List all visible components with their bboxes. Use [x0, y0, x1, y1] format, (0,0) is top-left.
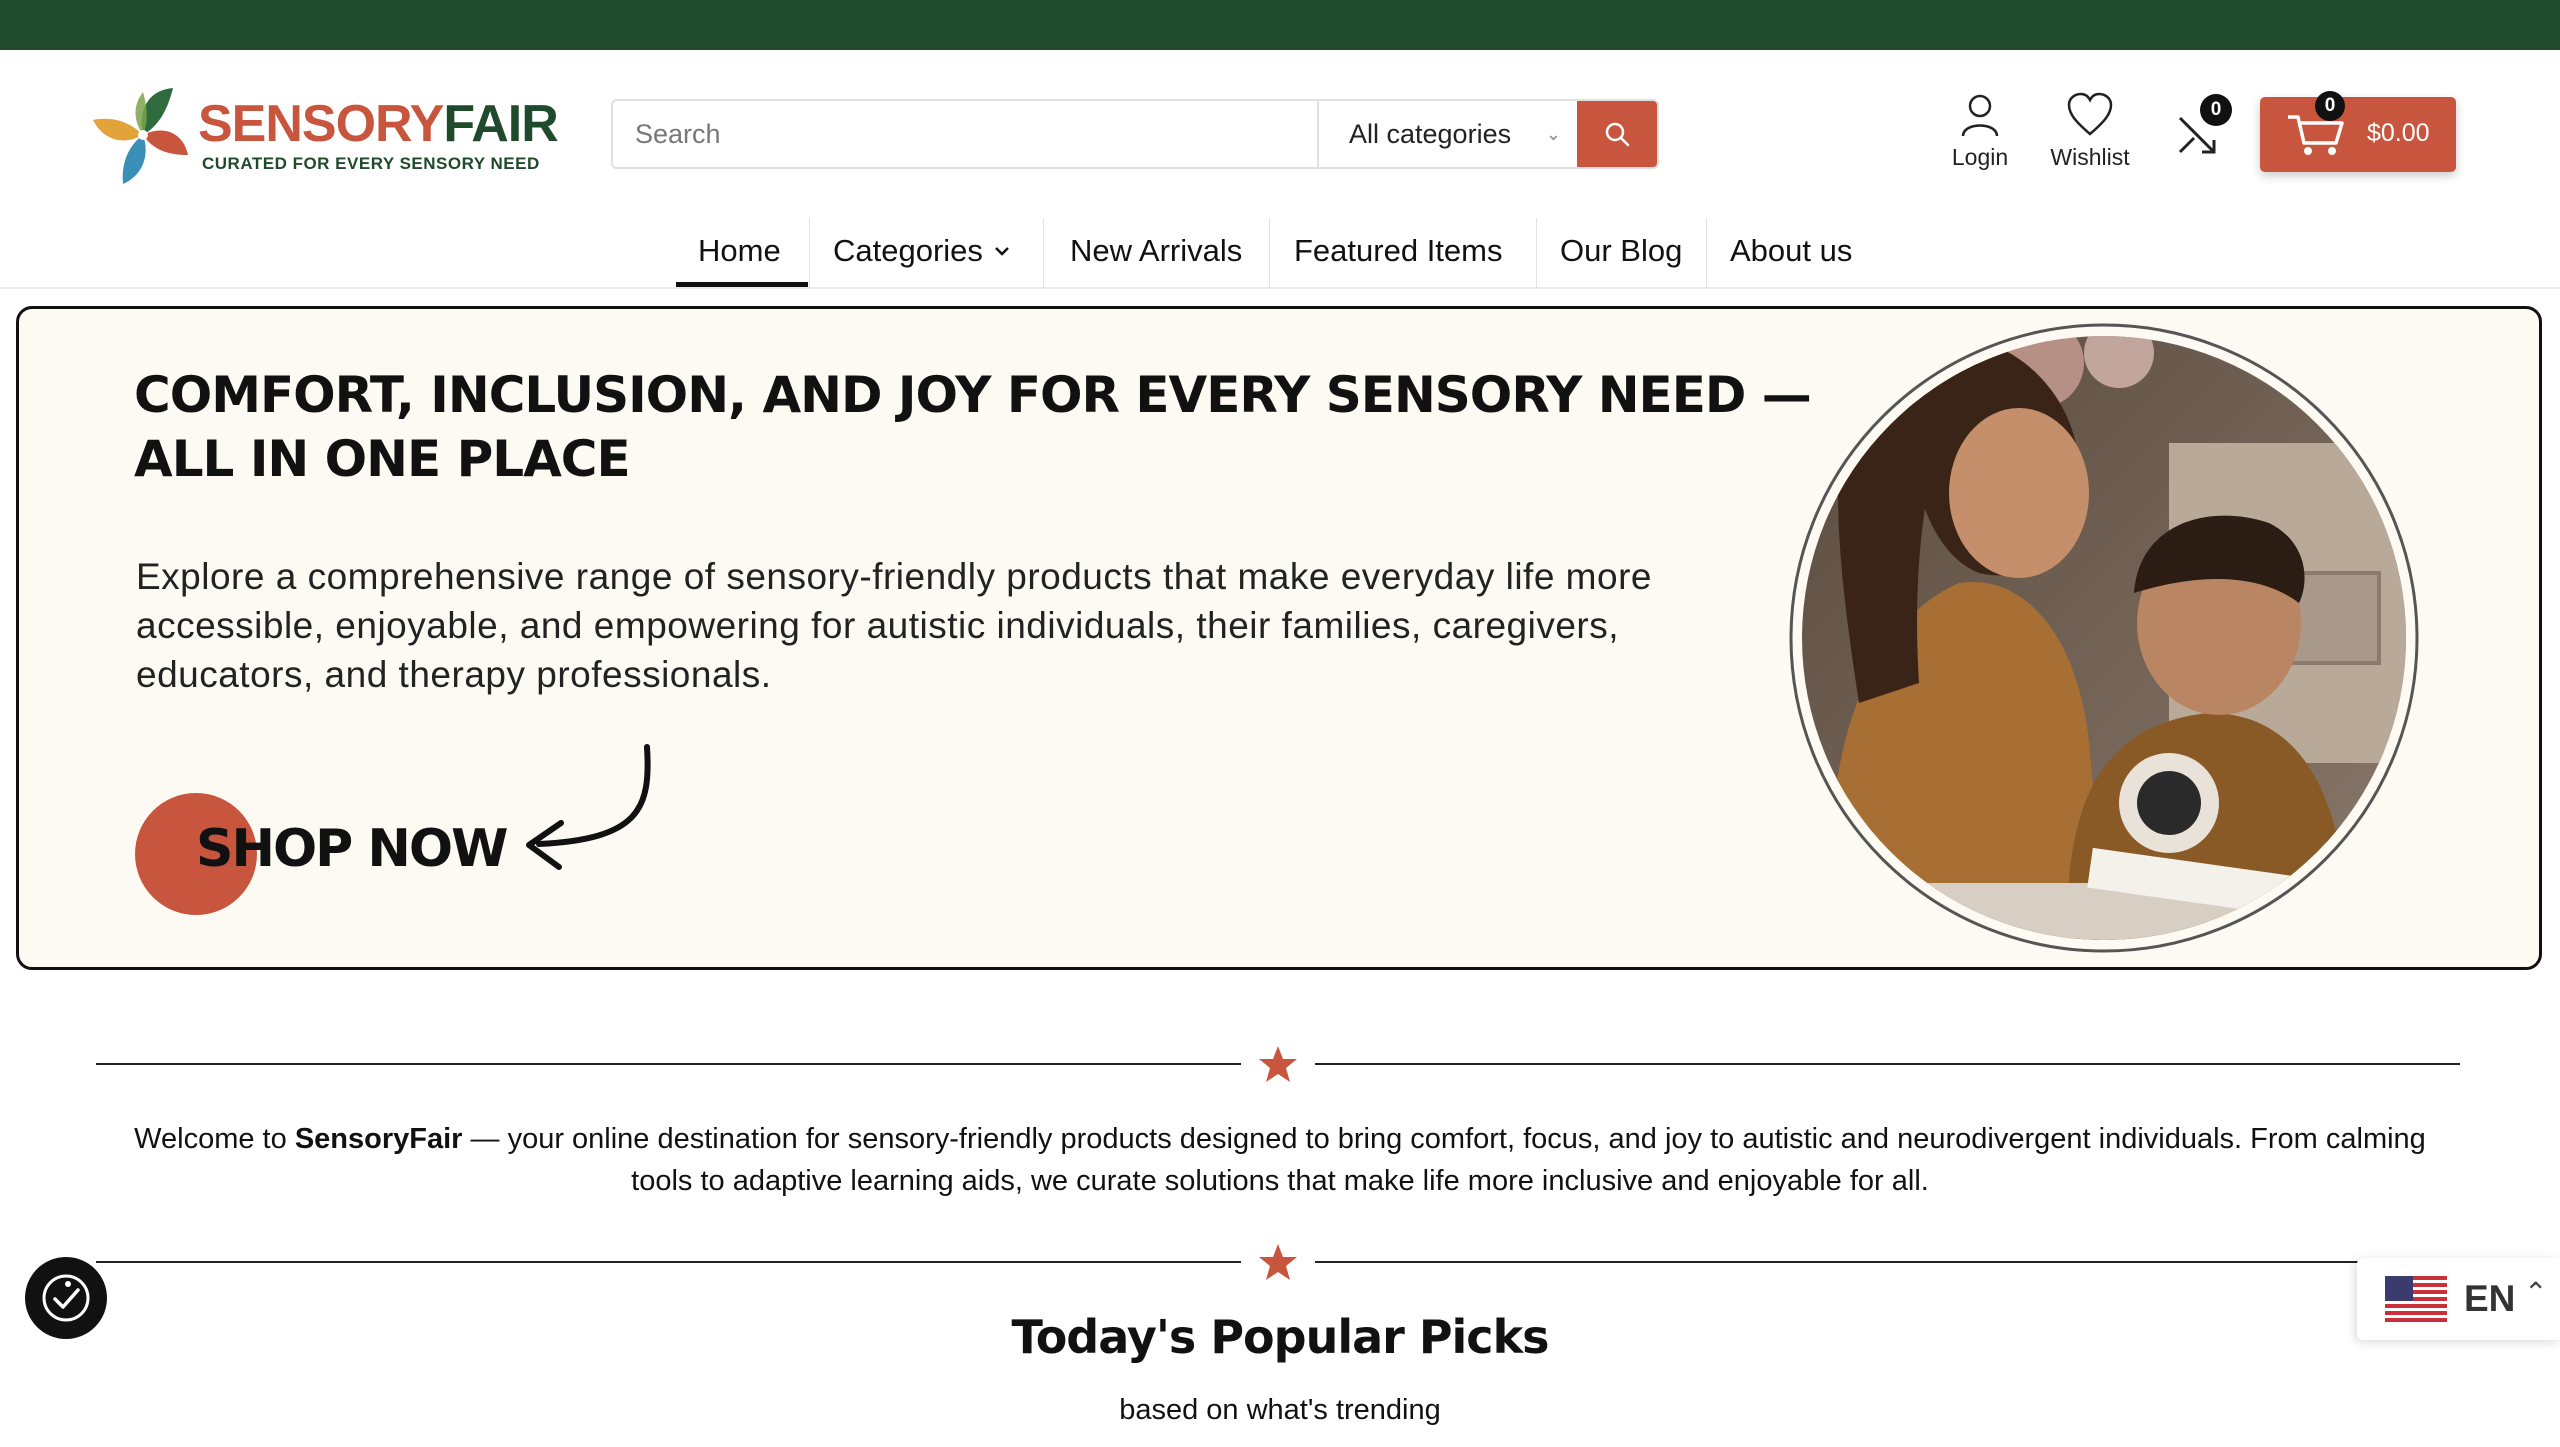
popular-picks-subtitle: based on what's trending [1119, 1394, 1441, 1426]
cart-total: $0.00 [2367, 119, 2430, 147]
section-divider [96, 1044, 2460, 1084]
login-link[interactable]: Login [1940, 92, 2020, 171]
top-bar [0, 0, 2560, 50]
language-code: EN [2464, 1278, 2516, 1319]
search-button[interactable] [1577, 101, 1657, 167]
search-icon [1605, 122, 1630, 147]
main-nav: Home Categories New Arrivals Featured It… [0, 212, 2560, 289]
hero-description: Explore a comprehensive range of sensory… [136, 556, 1652, 695]
hero-banner: COMFORT, INCLUSION, AND JOY FOR EVERY SE… [16, 306, 2542, 970]
cart-count-badge: 0 [2315, 91, 2345, 121]
divider-line [1315, 1261, 2460, 1263]
brand-name: SENSORYFAIR [198, 95, 559, 153]
site-logo[interactable]: SENSORYFAIR CURATED FOR EVERY SENSORY NE… [88, 80, 559, 190]
nav-home[interactable]: Home [698, 212, 781, 289]
pinwheel-logo-icon [93, 88, 188, 184]
nav-divider [1043, 218, 1044, 288]
brand-tagline: CURATED FOR EVERY SENSORY NEED [202, 154, 540, 173]
shop-now-button[interactable]: SHOP NOW [196, 819, 508, 879]
divider-line [96, 1063, 1241, 1065]
compare-count-badge: 0 [2200, 94, 2232, 126]
us-flag-icon [2385, 1276, 2447, 1322]
curved-arrow-icon [526, 744, 651, 870]
welcome-text: Welcome to SensoryFair — your online des… [134, 1123, 2426, 1197]
category-select-label: All categories [1349, 118, 1512, 149]
nav-divider [1536, 218, 1537, 288]
section-divider [96, 1242, 2460, 1282]
popular-picks-title: Today's Popular Picks [1011, 1310, 1549, 1364]
search-input[interactable] [613, 101, 1319, 167]
hero-headline: COMFORT, INCLUSION, AND JOY FOR EVERY SE… [134, 366, 1812, 488]
search-bar: All categories ⌄ [611, 99, 1659, 169]
nav-divider [809, 218, 810, 288]
welcome-brand: SensoryFair [294, 1123, 463, 1155]
heart-icon [2067, 92, 2113, 136]
nav-divider [1269, 218, 1270, 288]
nav-divider [1706, 218, 1707, 288]
nav-our-blog[interactable]: Our Blog [1560, 212, 1682, 289]
star-icon [1259, 1244, 1297, 1280]
accessibility-button[interactable] [25, 1257, 107, 1339]
divider-line [1315, 1063, 2460, 1065]
nav-new-arrivals[interactable]: New Arrivals [1070, 212, 1242, 289]
nav-categories[interactable]: Categories [833, 212, 1011, 289]
nav-featured-items[interactable]: Featured Items [1294, 212, 1502, 289]
star-icon [1259, 1046, 1297, 1082]
cart-icon [2288, 115, 2344, 155]
hero-photo-mother-child [1789, 323, 2419, 953]
chevron-down-icon [995, 246, 1009, 256]
accessibility-icon [42, 1274, 90, 1322]
divider-line [96, 1261, 1241, 1263]
user-icon [1961, 94, 1999, 137]
wishlist-label: Wishlist [2050, 144, 2130, 170]
chevron-down-icon: ⌄ [1545, 123, 1561, 144]
nav-about-us[interactable]: About us [1730, 212, 1852, 289]
cart-button[interactable]: 0 $0.00 [2260, 91, 2456, 172]
language-switcher[interactable]: EN ⌃ [2357, 1258, 2560, 1340]
login-label: Login [1951, 144, 2009, 170]
compare-link[interactable]: 0 [2170, 94, 2232, 164]
category-select[interactable]: All categories ⌄ [1319, 101, 1577, 167]
wishlist-link[interactable]: Wishlist [2040, 92, 2140, 171]
chevron-up-icon: ⌃ [2524, 1277, 2548, 1308]
nav-active-indicator [676, 282, 808, 287]
